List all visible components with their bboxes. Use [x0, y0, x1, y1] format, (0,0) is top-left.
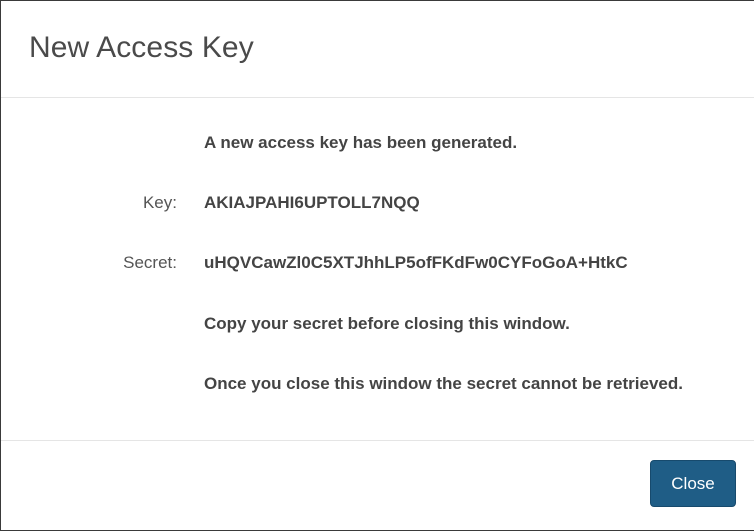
copy-warning-row: Copy your secret before closing this win…	[1, 312, 754, 336]
dialog-body: A new access key has been generated. Key…	[1, 98, 754, 441]
retrieval-warning: Once you close this window the secret ca…	[204, 374, 683, 393]
generated-message-row: A new access key has been generated.	[1, 131, 754, 155]
copy-warning: Copy your secret before closing this win…	[204, 314, 570, 333]
secret-value[interactable]: uHQVCawZl0C5XTJhhLP5ofFKdFw0CYFoGoA+HtkC	[204, 251, 628, 275]
generated-message: A new access key has been generated.	[204, 133, 518, 152]
secret-label: Secret:	[123, 253, 177, 272]
dialog-footer: Close	[1, 441, 754, 530]
key-label: Key:	[142, 193, 177, 212]
access-key-dialog: New Access Key A new access key has been…	[0, 0, 754, 531]
close-button[interactable]: Close	[650, 460, 736, 507]
dialog-header: New Access Key	[1, 1, 754, 98]
retrieval-warning-row: Once you close this window the secret ca…	[1, 372, 754, 396]
dialog-title: New Access Key	[29, 31, 254, 64]
key-value[interactable]: AKIAJPAHI6UPTOLL7NQQ	[204, 191, 420, 215]
access-key-row: Key: AKIAJPAHI6UPTOLL7NQQ	[1, 191, 754, 215]
secret-row: Secret: uHQVCawZl0C5XTJhhLP5ofFKdFw0CYFo…	[1, 251, 754, 275]
